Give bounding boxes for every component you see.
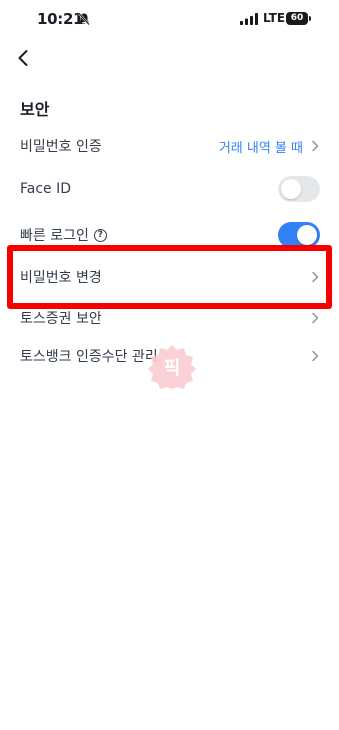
- row-right: 거래 내역 볼 때: [219, 137, 319, 156]
- row-right: [278, 222, 320, 248]
- row-label: 빠른 로그인: [20, 228, 89, 244]
- row-label: 토스뱅크 인증수단 관리: [20, 349, 158, 365]
- help-icon[interactable]: ?: [93, 228, 107, 242]
- bell-slash-icon: [78, 12, 90, 26]
- status-bar: 10:21 LTE 60: [0, 0, 339, 40]
- chevron-right-icon: [312, 271, 319, 283]
- network-type: LTE: [263, 11, 286, 25]
- battery-tip: [309, 16, 311, 21]
- row-label: 비밀번호 인증: [20, 139, 102, 155]
- row-label: 토스증권 보안: [20, 311, 102, 327]
- row-quick-login: 빠른 로그인 ?: [0, 215, 339, 255]
- cellular-signal-icon: [240, 13, 258, 25]
- row-face-id: Face ID: [0, 169, 339, 209]
- chevron-left-icon: [18, 50, 28, 66]
- row-change-password[interactable]: 비밀번호 변경: [0, 257, 339, 297]
- row-right: [311, 312, 319, 324]
- row-password-verification[interactable]: 비밀번호 인증 거래 내역 볼 때: [0, 126, 339, 166]
- row-value: 거래 내역 볼 때: [218, 140, 303, 156]
- chevron-right-icon: [312, 312, 319, 324]
- row-right: [311, 350, 319, 362]
- row-toss-bank-auth-management[interactable]: 토스뱅크 인증수단 관리: [0, 336, 339, 376]
- toggle-knob: [281, 179, 301, 199]
- quick-login-toggle[interactable]: [278, 222, 320, 248]
- chevron-right-icon: [312, 350, 319, 362]
- row-label: 비밀번호 변경: [20, 270, 102, 286]
- battery-icon: 60: [286, 12, 312, 25]
- row-right: [311, 271, 319, 283]
- back-button[interactable]: [10, 44, 36, 72]
- chevron-right-icon: [312, 140, 319, 152]
- row-toss-securities-security[interactable]: 토스증권 보안: [0, 298, 339, 338]
- row-label: Face ID: [20, 181, 72, 197]
- section-title: 보안: [20, 100, 50, 119]
- row-right: [278, 176, 320, 202]
- battery-level: 60: [286, 12, 308, 25]
- face-id-toggle[interactable]: [278, 176, 320, 202]
- toggle-knob: [297, 225, 317, 245]
